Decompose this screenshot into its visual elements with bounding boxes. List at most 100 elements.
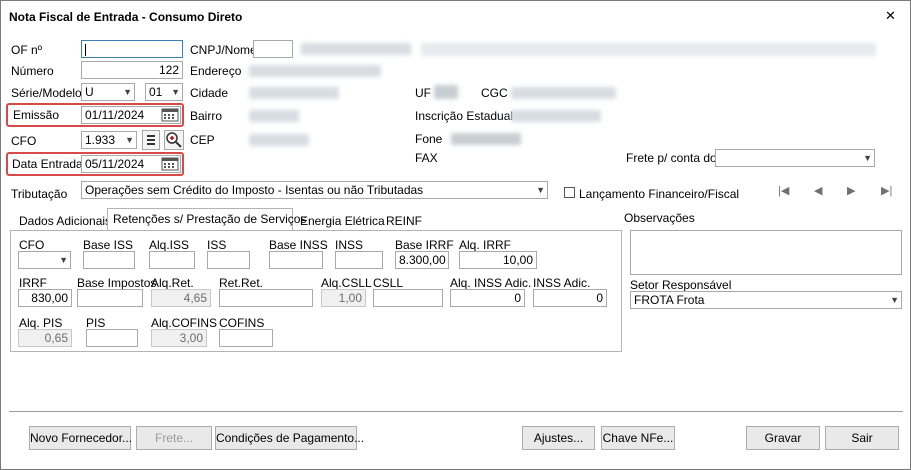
ret-cfo-label: CFO: [19, 238, 45, 252]
chevron-down-icon: ▼: [863, 153, 872, 163]
serie-modelo-label: Série/Modelo: [11, 86, 82, 100]
uf-redacted: [434, 85, 458, 99]
frete-conta-select[interactable]: ▼: [715, 149, 875, 167]
csll-input[interactable]: [373, 289, 443, 307]
tributacao-select[interactable]: Operações sem Crédito do Imposto - Isent…: [81, 181, 548, 199]
aliq-ret-label: Alq.Ret.: [151, 276, 194, 290]
condicoes-pagamento-button[interactable]: Condições de Pagamento...: [215, 426, 364, 450]
base-irrf-label: Base IRRF: [395, 238, 454, 252]
ajustes-button[interactable]: Ajustes...: [522, 426, 595, 450]
cnpj-nome-label: CNPJ/Nome: [190, 43, 257, 57]
gravar-button[interactable]: Gravar: [746, 426, 820, 450]
aliq-iss-label: Alq.ISS: [149, 238, 190, 252]
aliq-csll-label: Alq.CSLL: [321, 276, 372, 290]
irrf-input[interactable]: 830,00: [18, 289, 72, 307]
fone-redacted: [451, 133, 521, 145]
calendar-icon[interactable]: [161, 157, 179, 171]
footer-divider: [9, 411, 903, 412]
tab-energia-eletrica[interactable]: Energia Elétrica: [300, 211, 385, 231]
list-icon[interactable]: [142, 130, 160, 150]
emissao-input[interactable]: 01/11/2024: [81, 106, 181, 124]
tab-retencoes[interactable]: Retenções s/ Prestação de Serviços: [113, 209, 306, 229]
observacoes-label: Observações: [624, 211, 695, 225]
numero-label: Número: [11, 64, 54, 78]
of-label: OF nº: [11, 43, 43, 57]
chevron-down-icon: ▼: [171, 87, 180, 97]
ret-cfo-select[interactable]: ▼: [18, 251, 71, 269]
dialog-window: Nota Fiscal de Entrada - Consumo Direto …: [0, 0, 911, 470]
aliq-iss-input[interactable]: [149, 251, 195, 269]
novo-fornecedor-button[interactable]: Novo Fornecedor...: [29, 426, 132, 450]
lancamento-checkbox[interactable]: [564, 187, 575, 198]
cgc-label: CGC: [481, 86, 508, 100]
modelo-select[interactable]: 01 ▼: [145, 83, 183, 101]
aliq-pis-input[interactable]: 0,65: [18, 329, 72, 347]
inscricao-label: Inscrição Estadual: [415, 109, 514, 123]
inss-adic-label: INSS Adic.: [533, 276, 591, 290]
aliq-inss-adic-input[interactable]: 0: [450, 289, 525, 307]
calendar-icon[interactable]: [161, 108, 179, 122]
cep-redacted: [249, 134, 309, 146]
ret-ret-input[interactable]: [219, 289, 313, 307]
endereco-redacted: [249, 65, 381, 77]
first-record-icon[interactable]: |◀: [778, 184, 789, 197]
tab-reinf[interactable]: REINF: [386, 211, 422, 231]
aliq-irrf-label: Alq. IRRF: [459, 238, 512, 252]
close-icon[interactable]: ✕: [885, 9, 896, 23]
of-input[interactable]: [81, 40, 183, 58]
data-entrada-label: Data Entrada: [12, 157, 83, 171]
next-record-icon[interactable]: ▶: [847, 184, 855, 197]
cep-label: CEP: [190, 133, 215, 147]
aliq-ret-input[interactable]: 4,65: [151, 289, 211, 307]
observacoes-textarea[interactable]: [630, 230, 902, 275]
aliq-cofins-input[interactable]: 3,00: [151, 329, 207, 347]
cnpj-redacted: [301, 43, 411, 55]
cnpj-prefix-input[interactable]: [253, 40, 293, 58]
inss-label: INSS: [335, 238, 364, 252]
lancamento-label: Lançamento Financeiro/Fiscal: [579, 187, 740, 201]
setor-select[interactable]: FROTA Frota ▼: [630, 291, 902, 309]
aliq-irrf-input[interactable]: 10,00: [459, 251, 537, 269]
tab-dados-adicionais[interactable]: Dados Adicionais: [19, 211, 111, 231]
base-impostos-label: Base Impostos: [77, 276, 157, 290]
cfo-select[interactable]: 1.933 ▼: [81, 131, 137, 149]
base-irrf-input[interactable]: 8.300,00: [395, 251, 449, 269]
emissao-label: Emissão: [13, 108, 60, 122]
aliq-csll-input[interactable]: 1,00: [321, 289, 366, 307]
inss-adic-input[interactable]: 0: [533, 289, 607, 307]
base-inss-label: Base INSS: [269, 238, 328, 252]
data-entrada-input[interactable]: 05/11/2024: [81, 155, 181, 173]
chevron-down-icon: ▼: [59, 255, 68, 265]
chevron-down-icon: ▼: [123, 87, 132, 97]
chave-nfe-button[interactable]: Chave NFe...: [601, 426, 675, 450]
cgc-redacted: [511, 87, 616, 99]
sair-button[interactable]: Sair: [825, 426, 899, 450]
zoom-search-icon[interactable]: [164, 130, 184, 150]
frete-button[interactable]: Frete...: [136, 426, 212, 450]
tributacao-label: Tributação: [11, 187, 68, 201]
inscricao-redacted: [511, 110, 601, 122]
prev-record-icon[interactable]: ◀: [814, 184, 822, 197]
aliq-inss-adic-label: Alq. INSS Adic.: [450, 276, 532, 290]
setor-label: Setor Responsável: [630, 278, 732, 292]
iss-label: ISS: [207, 238, 227, 252]
uf-label: UF: [415, 86, 431, 100]
iss-input[interactable]: [207, 251, 250, 269]
cofins-label: COFINS: [219, 316, 265, 330]
last-record-icon[interactable]: ▶|: [881, 184, 892, 197]
csll-label: CSLL: [373, 276, 404, 290]
inss-input[interactable]: [335, 251, 383, 269]
base-iss-input[interactable]: [83, 251, 135, 269]
numero-input[interactable]: 122: [81, 61, 183, 79]
base-impostos-input[interactable]: [77, 289, 143, 307]
serie-select[interactable]: U ▼: [81, 83, 135, 101]
pis-input[interactable]: [86, 329, 138, 347]
chevron-down-icon: ▼: [536, 185, 545, 195]
endereco-label: Endereço: [190, 64, 242, 78]
fone-label: Fone: [415, 132, 443, 146]
cofins-input[interactable]: [219, 329, 273, 347]
fax-label: FAX: [415, 151, 438, 165]
irrf-label: IRRF: [19, 276, 47, 290]
ret-ret-label: Ret.Ret.: [219, 276, 264, 290]
base-inss-input[interactable]: [269, 251, 323, 269]
